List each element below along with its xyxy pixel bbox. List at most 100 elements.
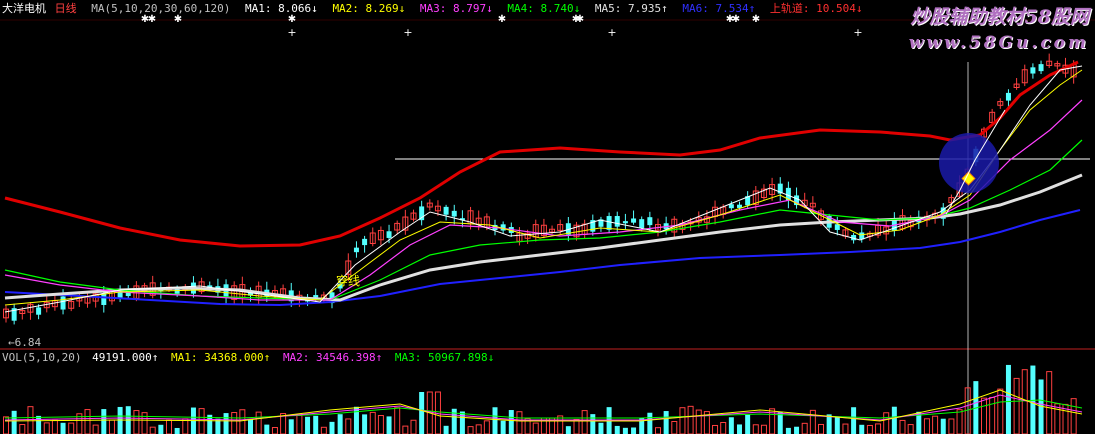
volume-bar-up xyxy=(1013,377,1020,434)
volume-bar-down xyxy=(36,415,42,434)
vol-value: 49191.000↑ xyxy=(92,351,159,364)
volume-bar-up xyxy=(43,422,50,434)
volume-bar-up xyxy=(394,407,401,434)
volume-bar-down xyxy=(647,412,653,434)
candle-body-down xyxy=(101,293,107,305)
volume-bar-up xyxy=(932,415,939,434)
signal-star-icon: ✱ xyxy=(576,14,584,25)
signal-star-icon: ✱ xyxy=(148,14,156,25)
volume-bar-down xyxy=(305,416,311,434)
volume-bar-down xyxy=(362,414,368,434)
volume-bar-up xyxy=(296,414,303,434)
candle-body-down xyxy=(353,247,359,253)
vol-ma2: MA2: 34546.398↑ xyxy=(282,351,383,364)
volume-bar-down xyxy=(386,416,392,434)
watermark: 炒股辅助教材58股网 www.58Gu.com xyxy=(909,6,1089,54)
volume-bar-up xyxy=(956,409,963,434)
volume-bar-down xyxy=(101,409,107,434)
volume-bar-down xyxy=(728,417,734,434)
volume-bar-up xyxy=(84,409,91,434)
signal-star-icon: ✱ xyxy=(498,14,506,25)
ma-lines xyxy=(4,60,1083,313)
volume-bar-down xyxy=(1005,364,1011,434)
volume-bar-up xyxy=(948,418,955,434)
volume-bar-up xyxy=(231,412,238,434)
volume-bar-up xyxy=(377,415,384,434)
candle-body-down xyxy=(1038,64,1044,72)
crossover-label: 穿线 xyxy=(336,274,361,288)
volume-bar-up xyxy=(1046,371,1053,434)
volume-bar-up xyxy=(149,426,156,434)
volume-bar-up xyxy=(271,427,278,434)
vol-ma3: MA3: 50967.898↓ xyxy=(394,351,495,364)
candle-body-down xyxy=(606,216,612,230)
kline-chart: ✱✱ ✱ ✱ ✱ ✱✱ ✱✱ ✱+ + + + xyxy=(0,14,1095,434)
volume-bar-up xyxy=(695,409,702,434)
volume-bar-up xyxy=(51,419,58,434)
ma2-line xyxy=(4,69,1083,306)
volume-bar-up xyxy=(1070,398,1077,434)
volume-bar-down xyxy=(663,411,669,434)
volume-bar-down xyxy=(940,418,946,434)
candle-body-down xyxy=(834,224,840,230)
ma6-value: MA6: 7.534↑ xyxy=(682,2,756,15)
volume-bar-up xyxy=(981,397,987,434)
signal-cross-icon: + xyxy=(403,26,412,39)
volume-bar-up xyxy=(989,396,996,434)
watermark-title: 炒股辅助教材58股网 xyxy=(910,6,1089,28)
ma-params: MA(5,10,20,30,60,120) xyxy=(91,2,231,15)
price-header: 大洋电机 日线 MA(5,10,20,30,60,120) MA1: 8.066… xyxy=(2,2,870,15)
volume-bar-up xyxy=(671,420,678,434)
volume-bar-up xyxy=(760,424,767,434)
volume-bar-up xyxy=(557,415,564,434)
volume-bar-up xyxy=(581,410,588,434)
volume-bar-down xyxy=(264,424,270,434)
volume-bar-up xyxy=(532,422,539,434)
volume-bar-up xyxy=(1021,369,1028,434)
volume-bar-up xyxy=(679,407,686,434)
volume-bar-up xyxy=(483,420,490,434)
candle-body-down xyxy=(622,221,628,224)
volume-bar-up xyxy=(108,419,115,434)
candle-body-down xyxy=(631,218,637,223)
signal-stars: ✱✱ ✱ ✱ ✱ ✱✱ ✱✱ ✱+ + + + xyxy=(141,14,863,39)
candle-body-down xyxy=(36,307,42,315)
volume-bar-down xyxy=(859,424,865,434)
volume-bar-down xyxy=(158,424,164,434)
ma1-value: MA1: 8.066↓ xyxy=(244,2,318,15)
volume-bar-up xyxy=(883,412,890,434)
candles xyxy=(3,53,1077,325)
volume-bar-down xyxy=(737,424,742,434)
signal-star-icon: ✱ xyxy=(732,14,740,25)
volume-bar-up xyxy=(410,419,417,434)
volume-bar-up xyxy=(655,427,661,434)
watermark-url: www.58Gu.com xyxy=(908,33,1089,53)
volume-bar-up xyxy=(3,416,9,434)
volume-bar-up xyxy=(809,409,816,434)
candle-body-down xyxy=(313,295,319,298)
volume-bar-down xyxy=(590,414,596,434)
volume-bar-down xyxy=(329,421,335,434)
volume-bar-down xyxy=(459,411,465,434)
volume-bar-down xyxy=(60,422,66,434)
low-price-label: ←6.84 xyxy=(8,336,42,349)
volume-bar-down xyxy=(288,419,294,434)
volume-bar-up xyxy=(475,424,482,434)
volume-bar-up xyxy=(255,411,262,434)
volume-bar-down xyxy=(614,425,620,434)
period-label: 日线 xyxy=(54,2,77,15)
volume-bar-down xyxy=(851,407,857,434)
volume-bars xyxy=(3,364,1077,434)
candle-body-down xyxy=(60,296,66,310)
candle-body-down xyxy=(500,224,506,231)
volume-bar-up xyxy=(239,409,246,434)
volume-bar-down xyxy=(777,412,783,434)
volume-bar-down xyxy=(313,415,319,434)
volume-bar-down xyxy=(622,427,628,434)
volume-bar-up xyxy=(19,424,26,434)
volume-bar-up xyxy=(720,421,727,434)
volume-bar-down xyxy=(508,410,514,434)
volume-bar-up xyxy=(516,411,523,434)
volume-bar-up xyxy=(467,426,474,434)
volume-bar-up xyxy=(801,422,808,434)
